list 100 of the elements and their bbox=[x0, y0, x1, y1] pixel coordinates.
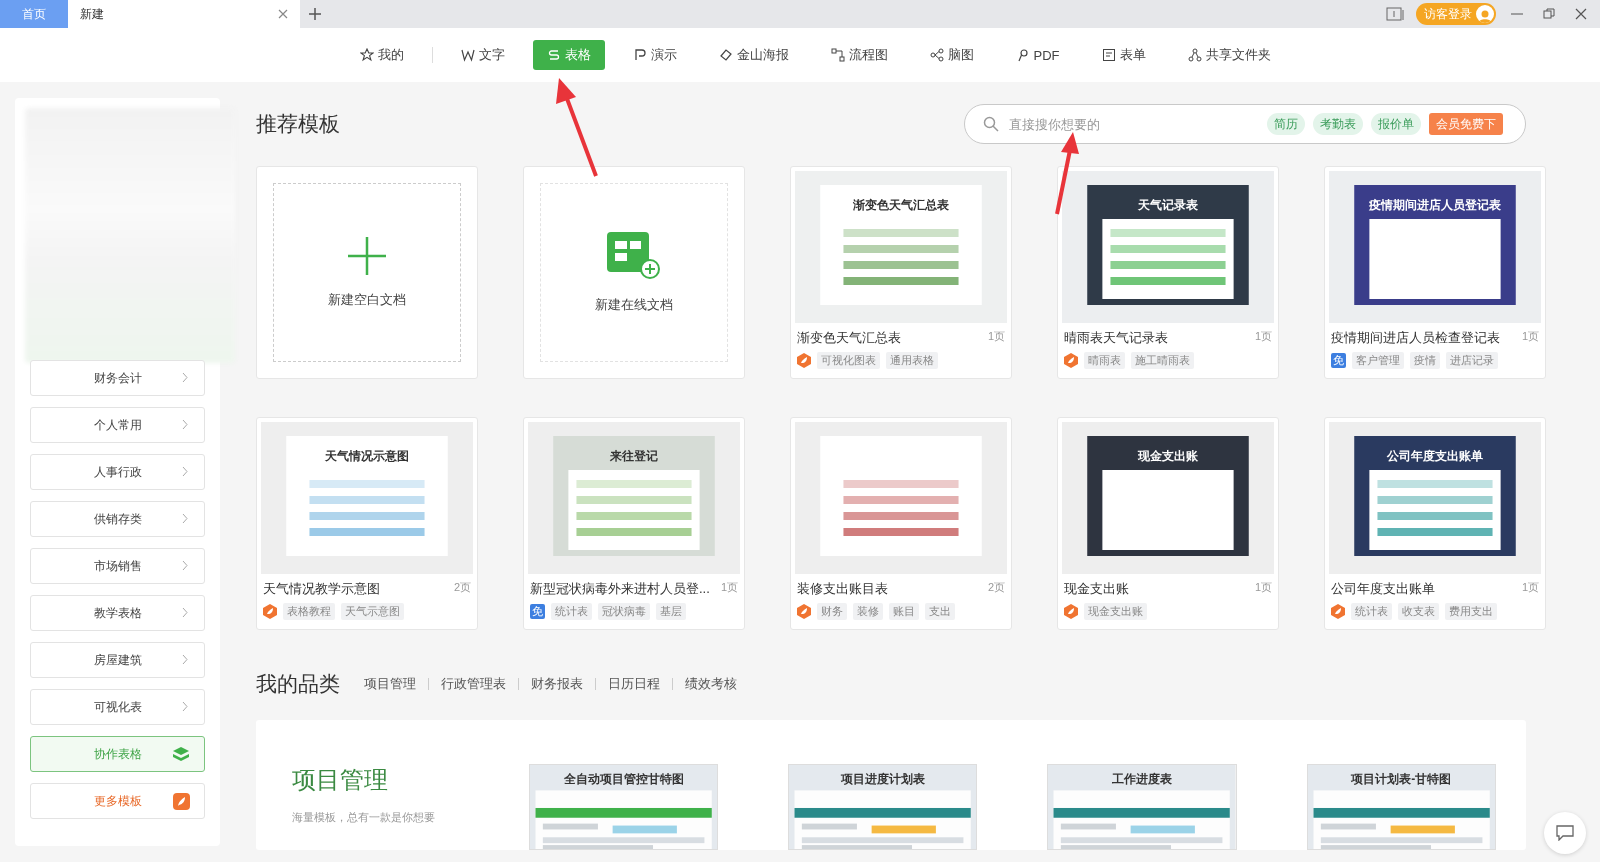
leaf-icon bbox=[173, 793, 190, 810]
card-label: 新建在线文档 bbox=[595, 295, 673, 314]
template-title: 现金支出账 bbox=[1064, 580, 1129, 598]
nav-tab[interactable]: 表单 bbox=[1087, 40, 1160, 70]
diamond-icon bbox=[718, 48, 733, 62]
template-title: 天气情况教学示意图 bbox=[263, 580, 380, 598]
chevron-right-icon bbox=[182, 466, 188, 477]
sidebar-item[interactable]: 市场销售 bbox=[30, 548, 205, 584]
category-subtitle: 海量模板，总有一款是你想要 bbox=[292, 810, 436, 825]
page-count: 1页 bbox=[1521, 580, 1539, 595]
preview-title: 渐变色天气汇总表 bbox=[852, 197, 950, 214]
nav-tab[interactable]: 金山海报 bbox=[704, 40, 803, 70]
chevron-right-icon bbox=[182, 654, 188, 665]
p-letter-icon bbox=[632, 48, 647, 62]
window-layout-icon bbox=[1386, 7, 1406, 21]
card-label: 新建空白文档 bbox=[328, 290, 406, 309]
preview-title: 天气情况示意图 bbox=[324, 448, 410, 465]
sidebar-item[interactable]: 可视化表 bbox=[30, 689, 205, 725]
template-preview[interactable]: 工作进度表 bbox=[1047, 764, 1237, 850]
mind-map-icon bbox=[929, 48, 944, 62]
template-title: 疫情期间进店人员检查登记表 bbox=[1331, 329, 1500, 347]
template-preview[interactable]: 全自动项目管控甘特图 bbox=[528, 764, 719, 850]
s-letter-icon bbox=[546, 48, 561, 62]
template-title: 渐变色天气汇总表 bbox=[797, 329, 901, 347]
nav-tab[interactable]: 脑图 bbox=[915, 40, 988, 70]
star-icon bbox=[359, 48, 374, 62]
page-count: 2页 bbox=[453, 580, 471, 595]
chevron-right-icon bbox=[182, 419, 188, 430]
category-link[interactable]: 项目管理 bbox=[364, 675, 416, 693]
sidebar-item[interactable]: 个人常用 bbox=[30, 407, 205, 443]
hexagon-icon bbox=[797, 353, 811, 368]
category-title: 项目管理 bbox=[292, 765, 389, 795]
minimize-icon bbox=[1511, 13, 1523, 15]
layers-icon bbox=[172, 746, 190, 763]
preview-title: 全自动项目管控甘特图 bbox=[562, 771, 685, 788]
nav-tab[interactable]: PDF bbox=[1001, 40, 1074, 70]
preview-title: 疫情期间进店人员登记表 bbox=[1368, 197, 1502, 214]
chevron-right-icon bbox=[182, 372, 188, 383]
sidebar-item[interactable]: 财务会计 bbox=[30, 360, 205, 396]
share-icon bbox=[1187, 48, 1202, 62]
hexagon-icon bbox=[1064, 604, 1078, 619]
new-document-card[interactable]: 新建在线文档 bbox=[523, 166, 745, 379]
close-icon bbox=[278, 9, 288, 19]
new-document-card[interactable]: 新建空白文档 bbox=[256, 166, 478, 379]
chevron-right-icon bbox=[182, 701, 188, 712]
template-title: 晴雨表天气记录表 bbox=[1064, 329, 1168, 347]
chat-icon bbox=[1556, 825, 1574, 841]
template-title: 新型冠状病毒外来进村人员登... bbox=[530, 580, 710, 598]
page-count: 1页 bbox=[987, 329, 1005, 344]
preview-title: 现金支出账 bbox=[1136, 448, 1199, 465]
hexagon-icon bbox=[1331, 604, 1345, 619]
free-badge: 免 bbox=[530, 604, 545, 619]
sidebar-item[interactable]: 房屋建筑 bbox=[30, 642, 205, 678]
chevron-right-icon bbox=[182, 513, 188, 524]
page-count: 1页 bbox=[1521, 329, 1539, 344]
hexagon-icon bbox=[797, 604, 811, 619]
search-icon bbox=[983, 116, 999, 132]
section-title: 我的品类 bbox=[256, 671, 340, 697]
chat-button[interactable] bbox=[1544, 812, 1586, 854]
form-icon bbox=[1101, 48, 1116, 62]
section-title: 推荐模板 bbox=[256, 111, 340, 137]
sidebar-item[interactable]: 教学表格 bbox=[30, 595, 205, 631]
chevron-right-icon bbox=[182, 560, 188, 571]
template-card[interactable]: 现金支出账 现金支出账 1页 现金支出账 bbox=[1057, 417, 1279, 630]
chevron-right-icon bbox=[182, 607, 188, 618]
category-link[interactable]: 绩效考核 bbox=[685, 675, 737, 693]
spreadsheet-icon bbox=[607, 231, 661, 280]
preview-title: 项目计划表-甘特图 bbox=[1350, 771, 1453, 788]
restore-icon bbox=[1542, 7, 1556, 21]
hexagon-icon bbox=[1064, 353, 1078, 368]
preview-title: 项目进度计划表 bbox=[839, 771, 926, 788]
w-letter-icon bbox=[460, 48, 475, 62]
category-link[interactable]: 日历日程 bbox=[608, 675, 660, 693]
hexagon-icon bbox=[263, 604, 277, 619]
nav-tab[interactable]: 共享文件夹 bbox=[1173, 40, 1285, 70]
page-count: 1页 bbox=[1254, 329, 1272, 344]
page-count: 2页 bbox=[987, 580, 1005, 595]
preview-title: 工作进度表 bbox=[1111, 771, 1174, 788]
template-preview[interactable]: 项目计划表-甘特图 bbox=[1306, 764, 1496, 850]
preview-title: 公司年度支出账单 bbox=[1386, 448, 1484, 465]
tab[interactable]: 新建 bbox=[68, 0, 300, 28]
sidebar-item[interactable]: 供销存类 bbox=[30, 501, 205, 537]
plus-icon bbox=[309, 8, 321, 20]
flowchart-icon bbox=[830, 48, 845, 62]
free-badge: 免 bbox=[1331, 353, 1346, 368]
category-link[interactable]: 财务报表 bbox=[531, 675, 583, 693]
plus-icon bbox=[348, 236, 386, 275]
nav-tab[interactable]: 演示 bbox=[618, 40, 691, 70]
nav-tab[interactable]: 文字 bbox=[446, 40, 519, 70]
close-icon bbox=[1574, 7, 1588, 21]
template-title: 公司年度支出账单 bbox=[1331, 580, 1435, 598]
template-preview[interactable]: 项目进度计划表 bbox=[788, 764, 978, 850]
page-count: 1页 bbox=[720, 580, 738, 595]
preview-title: 来往登记 bbox=[609, 448, 659, 465]
page-count: 1页 bbox=[1254, 580, 1272, 595]
nav-tab[interactable]: 我的 bbox=[345, 40, 418, 70]
nav-tab[interactable]: 流程图 bbox=[816, 40, 902, 70]
sidebar-item[interactable]: 人事行政 bbox=[30, 454, 205, 490]
template-title: 装修支出账目表 bbox=[797, 580, 888, 598]
category-link[interactable]: 行政管理表 bbox=[441, 675, 506, 693]
